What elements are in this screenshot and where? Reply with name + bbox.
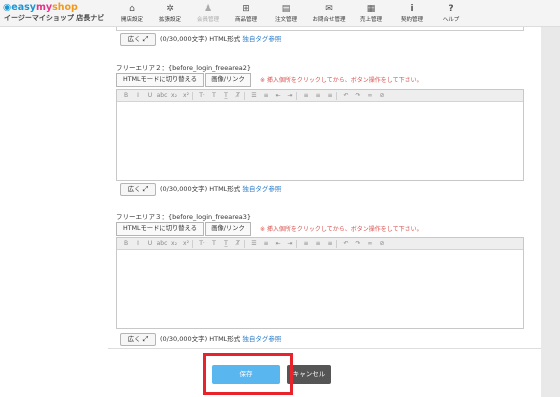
font-size-icon[interactable]: T· (196, 90, 208, 101)
bullet-list-icon[interactable]: ☰ (248, 90, 260, 101)
html-mode-button[interactable]: HTMLモードに切り替える (116, 222, 204, 236)
background-color-icon[interactable]: T̲ (220, 90, 232, 101)
custom-tag-link[interactable]: 独自タグ参照 (242, 335, 281, 343)
text-color-icon[interactable]: T (208, 238, 220, 249)
align-center-icon[interactable]: ≡ (312, 90, 324, 101)
undo-icon[interactable]: ↶ (340, 238, 352, 249)
align-left-icon[interactable]: ≡ (300, 90, 312, 101)
main-content: 広く ⤢ (0/30,000文字) HTML形式 独自タグ参照 フリーエリア２：… (108, 27, 541, 397)
text-color-icon[interactable]: T (208, 90, 220, 101)
indent-icon[interactable]: ⇥ (284, 238, 296, 249)
link-icon[interactable]: ∞ (364, 90, 376, 101)
gear-icon: ✲ (166, 4, 174, 14)
nav-item-contract-management[interactable]: i 契約管理 (392, 0, 432, 27)
strikethrough-icon[interactable]: abc (156, 238, 168, 249)
image-link-button[interactable]: 画像/リンク (205, 222, 251, 236)
previous-editor-bottom[interactable] (116, 27, 524, 31)
free-area-3-label: フリーエリア３：{before_login_freearea3} (116, 213, 251, 221)
info-icon: i (410, 4, 414, 14)
app-header: ◉easymyshop イージーマイショップ 店長ナビ ⌂ 開店設定 ✲ 拡張設… (0, 0, 560, 27)
highlight-box (203, 353, 293, 395)
subscript-icon[interactable]: x₂ (168, 238, 180, 249)
rich-text-editor[interactable]: B I Uabc x₂ x² T· T T̲ T̸ ☰ ≡ ⇤ ⇥ ≡ ≡ ≡ ↶ ↷ ∞ ⊘ (116, 89, 524, 181)
rich-text-editor[interactable]: B I Uabc x₂ x² T· T T̲ T̸ ☰ ≡ ⇤ ⇥ ≡ ≡ ≡ ↶ ↷ ∞ ⊘ (116, 237, 524, 329)
strikethrough-icon[interactable]: abc (156, 90, 168, 101)
underline-icon[interactable]: U (144, 90, 156, 101)
bullet-list-icon[interactable]: ☰ (248, 238, 260, 249)
subscript-icon[interactable]: x₂ (168, 90, 180, 101)
editor-toolbar: B I Uabc x₂ x² T· T T̲ T̸ ☰ ≡ ⇤ ⇥ ≡ ≡ ≡ ↶ ↷ ∞ ⊘ (117, 90, 523, 102)
undo-icon[interactable]: ↶ (340, 90, 352, 101)
image-link-button[interactable]: 画像/リンク (205, 73, 251, 87)
italic-icon[interactable]: I (132, 90, 144, 101)
nav-item-store-settings[interactable]: ⌂ 開店設定 (114, 0, 150, 27)
custom-tag-link[interactable]: 独自タグ参照 (242, 185, 281, 193)
char-count-info: (0/30,000文字) HTML形式 独自タグ参照 (160, 335, 282, 343)
custom-tag-link[interactable]: 独自タグ参照 (242, 35, 281, 43)
superscript-icon[interactable]: x² (180, 90, 192, 101)
underline-icon[interactable]: U (144, 238, 156, 249)
char-count-info: (0/30,000文字) HTML形式 独自タグ参照 (160, 35, 282, 43)
insert-note: ※ 挿入個所をクリックしてから、ボタン操作をして下さい。 (260, 226, 423, 233)
mail-icon: ✉ (325, 4, 333, 14)
expand-button[interactable]: 広く ⤢ (120, 333, 156, 346)
char-count-info: (0/30,000文字) HTML形式 独自タグ参照 (160, 185, 282, 193)
clear-format-icon[interactable]: T̸ (232, 238, 244, 249)
section-divider (108, 348, 541, 349)
logo-wordmark: ◉easymyshop (3, 2, 78, 13)
gift-icon: ⊞ (242, 4, 250, 14)
nav-item-help[interactable]: ? ヘルプ (434, 0, 468, 27)
nav-item-order-management[interactable]: ▤ 注文管理 (266, 0, 306, 27)
free-area-2-label: フリーエリア２：{before_login_freearea2} (116, 64, 251, 72)
align-right-icon[interactable]: ≡ (324, 238, 336, 249)
bold-icon[interactable]: B (120, 238, 132, 249)
italic-icon[interactable]: I (132, 238, 144, 249)
redo-icon[interactable]: ↷ (352, 238, 364, 249)
logo-subtitle: イージーマイショップ 店長ナビ (4, 14, 105, 22)
bold-icon[interactable]: B (120, 90, 132, 101)
unlink-icon[interactable]: ⊘ (376, 90, 388, 101)
html-mode-button[interactable]: HTMLモードに切り替える (116, 73, 204, 87)
redo-icon[interactable]: ↷ (352, 90, 364, 101)
nav-item-inquiry-management[interactable]: ✉ お問合せ管理 (307, 0, 351, 27)
nav-item-sales-management[interactable]: ▦ 売上管理 (352, 0, 390, 27)
superscript-icon[interactable]: x² (180, 238, 192, 249)
expand-arrows-icon: ⤢ (142, 35, 149, 43)
nav-item-product-management[interactable]: ⊞ 商品管理 (228, 0, 264, 27)
home-icon: ⌂ (129, 4, 135, 14)
indent-icon[interactable]: ⇥ (284, 90, 296, 101)
outdent-icon[interactable]: ⇤ (272, 238, 284, 249)
help-icon: ? (448, 4, 454, 14)
font-size-icon[interactable]: T· (196, 238, 208, 249)
link-icon[interactable]: ∞ (364, 238, 376, 249)
expand-arrows-icon: ⤢ (142, 335, 149, 343)
unlink-icon[interactable]: ⊘ (376, 238, 388, 249)
background-color-icon[interactable]: T̲ (220, 238, 232, 249)
expand-button[interactable]: 広く ⤢ (120, 183, 156, 196)
align-left-icon[interactable]: ≡ (300, 238, 312, 249)
user-icon: ♟ (203, 4, 213, 14)
expand-button[interactable]: 広く ⤢ (120, 33, 156, 46)
expand-arrows-icon: ⤢ (142, 185, 149, 193)
logo[interactable]: ◉easymyshop イージーマイショップ 店長ナビ (3, 2, 115, 26)
align-center-icon[interactable]: ≡ (312, 238, 324, 249)
nav-item-extended-settings[interactable]: ✲ 拡張設定 (152, 0, 188, 27)
outdent-icon[interactable]: ⇤ (272, 90, 284, 101)
clear-format-icon[interactable]: T̸ (232, 90, 244, 101)
insert-note: ※ 挿入個所をクリックしてから、ボタン操作をして下さい。 (260, 77, 423, 84)
editor-toolbar: B I Uabc x₂ x² T· T T̲ T̸ ☰ ≡ ⇤ ⇥ ≡ ≡ ≡ ↶ ↷ ∞ ⊘ (117, 238, 523, 250)
align-right-icon[interactable]: ≡ (324, 90, 336, 101)
numbered-list-icon[interactable]: ≡ (260, 238, 272, 249)
numbered-list-icon[interactable]: ≡ (260, 90, 272, 101)
cancel-button[interactable]: キャンセル (287, 365, 331, 384)
nav-item-member-management[interactable]: ♟ 会員管理 (190, 0, 226, 27)
calculator-icon: ▦ (366, 4, 376, 14)
document-icon: ▤ (281, 4, 291, 14)
right-gutter (541, 27, 560, 397)
